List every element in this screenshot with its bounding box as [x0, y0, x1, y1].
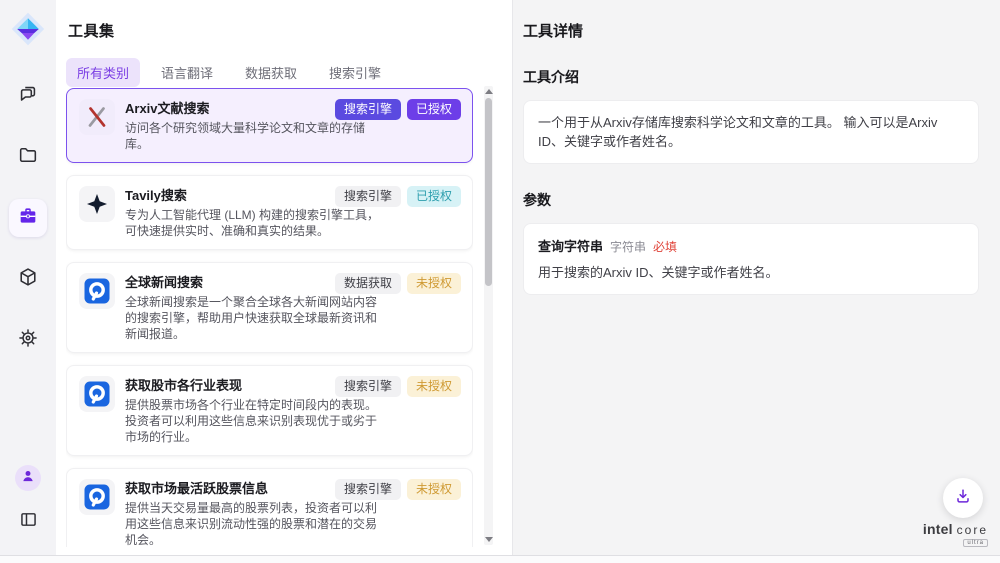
- juhe-q-icon: [79, 376, 115, 412]
- tab-搜索引擎[interactable]: 搜索引擎: [318, 58, 392, 87]
- tool-details-title: 工具详情: [523, 20, 979, 41]
- tool-card-description: 提供当天交易量最高的股票列表，投资者可以利用这些信息来识别流动性强的股票和潜在的…: [125, 500, 379, 547]
- sidebar-item-toolbox[interactable]: [9, 199, 47, 237]
- tab-语言翻译[interactable]: 语言翻译: [150, 58, 224, 87]
- brand-intel-text: intel: [923, 521, 953, 537]
- folder-icon: [17, 144, 39, 171]
- category-badge: 搜索引擎: [335, 99, 401, 120]
- gear-icon: [17, 327, 39, 354]
- category-badge: 搜索引擎: [335, 376, 401, 397]
- tool-card-description: 全球新闻搜索是一个聚合全球各大新闻网站内容的搜索引擎，帮助用户快速获取全球最新资…: [125, 294, 379, 342]
- auth-status-badge: 已授权: [407, 99, 461, 120]
- param-description: 用于搜索的Arxiv ID、关键字或作者姓名。: [538, 264, 964, 282]
- tool-intro-heading: 工具介绍: [523, 67, 979, 87]
- tools-panel-title: 工具集: [68, 20, 512, 41]
- tool-card[interactable]: 全球新闻搜索全球新闻搜索是一个聚合全球各大新闻网站内容的搜索引擎，帮助用户快速获…: [66, 262, 473, 353]
- tool-card-badges: 数据获取未授权: [335, 273, 461, 294]
- auth-status-badge: 已授权: [407, 186, 461, 207]
- juhe-q-icon: [79, 273, 115, 309]
- tool-card[interactable]: 获取股市各行业表现提供股票市场各个行业在特定时间段内的表现。投资者可以利用这些信…: [66, 365, 473, 456]
- user-icon: [19, 467, 37, 490]
- tool-card-description: 提供股票市场各个行业在特定时间段内的表现。投资者可以利用这些信息来识别表现优于或…: [125, 397, 379, 445]
- brand-core-text: core: [957, 523, 988, 537]
- tool-card-badges: 搜索引擎已授权: [335, 186, 461, 207]
- tool-card-badges: 搜索引擎未授权: [335, 376, 461, 397]
- category-badge: 数据获取: [335, 273, 401, 294]
- download-icon: [953, 486, 973, 511]
- tool-intro-text: 一个用于从Arxiv存储库搜索科学论文和文章的工具。 输入可以是Arxiv ID…: [538, 113, 964, 151]
- tools-panel: 工具集 所有类别语言翻译数据获取搜索引擎 Arxiv文献搜索访问各个研究领域大量…: [56, 0, 512, 555]
- param-required-badge: 必填: [653, 238, 677, 255]
- param-card: 查询字符串 字符串 必填 用于搜索的Arxiv ID、关键字或作者姓名。: [523, 223, 979, 295]
- juhe-q-icon: [79, 479, 115, 515]
- params-heading: 参数: [523, 190, 979, 210]
- tool-card-badges: 搜索引擎未授权: [335, 479, 461, 500]
- user-avatar[interactable]: [15, 465, 41, 491]
- app-window: 工具集 所有类别语言翻译数据获取搜索引擎 Arxiv文献搜索访问各个研究领域大量…: [0, 0, 1000, 556]
- tavily-star-icon: [79, 186, 115, 222]
- tab-数据获取[interactable]: 数据获取: [234, 58, 308, 87]
- tool-card-description: 访问各个研究领域大量科学论文和文章的存储库。: [125, 120, 379, 152]
- scroll-down-arrow-icon[interactable]: [485, 537, 493, 542]
- param-name: 查询字符串: [538, 236, 603, 255]
- toolbox-icon: [17, 205, 39, 232]
- sidebar-item-settings[interactable]: [9, 321, 47, 359]
- tool-card[interactable]: Tavily搜索专为人工智能代理 (LLM) 构建的搜索引擎工具，可快速提供实时…: [66, 175, 473, 250]
- category-tabs: 所有类别语言翻译数据获取搜索引擎: [66, 58, 512, 87]
- sidebar-item-folder[interactable]: [9, 138, 47, 176]
- cube-icon: [17, 266, 39, 293]
- tool-details-panel: 工具详情 工具介绍 一个用于从Arxiv存储库搜索科学论文和文章的工具。 输入可…: [512, 0, 1000, 555]
- tool-intro-card: 一个用于从Arxiv存储库搜索科学论文和文章的工具。 输入可以是Arxiv ID…: [523, 100, 979, 164]
- gem-logo-icon: [10, 11, 46, 47]
- category-badge: 搜索引擎: [335, 186, 401, 207]
- panel-toggle-icon: [18, 509, 39, 535]
- auth-status-badge: 未授权: [407, 376, 461, 397]
- param-type: 字符串: [610, 238, 646, 255]
- arxiv-icon: [79, 99, 115, 135]
- sidebar-item-cube[interactable]: [9, 260, 47, 298]
- scroll-up-arrow-icon[interactable]: [485, 89, 493, 94]
- tool-card[interactable]: 获取市场最活跃股票信息提供当天交易量最高的股票列表，投资者可以利用这些信息来识别…: [66, 468, 473, 547]
- tab-所有类别[interactable]: 所有类别: [66, 58, 140, 87]
- sidebar-item-chat[interactable]: [9, 77, 47, 115]
- download-button[interactable]: [943, 478, 983, 518]
- scrollbar-thumb[interactable]: [485, 98, 492, 286]
- tool-card-badges: 搜索引擎已授权: [335, 99, 461, 120]
- list-scrollbar[interactable]: [484, 86, 493, 545]
- category-badge: 搜索引擎: [335, 479, 401, 500]
- app-screen: 工具集 所有类别语言翻译数据获取搜索引擎 Arxiv文献搜索访问各个研究领域大量…: [0, 0, 1000, 563]
- tool-card-description: 专为人工智能代理 (LLM) 构建的搜索引擎工具，可快速提供实时、准确和真实的结…: [125, 207, 379, 239]
- sidebar: [0, 0, 56, 555]
- chat-icon: [17, 83, 39, 110]
- tool-card[interactable]: Arxiv文献搜索访问各个研究领域大量科学论文和文章的存储库。搜索引擎已授权: [66, 88, 473, 163]
- auth-status-badge: 未授权: [407, 273, 461, 294]
- panel-toggle-button[interactable]: [9, 503, 47, 541]
- intel-core-logo: intel core ultra: [923, 521, 988, 547]
- auth-status-badge: 未授权: [407, 479, 461, 500]
- tool-card-list: Arxiv文献搜索访问各个研究领域大量科学论文和文章的存储库。搜索引擎已授权 Ta…: [66, 88, 473, 547]
- brand-ultra-badge: ultra: [963, 539, 988, 547]
